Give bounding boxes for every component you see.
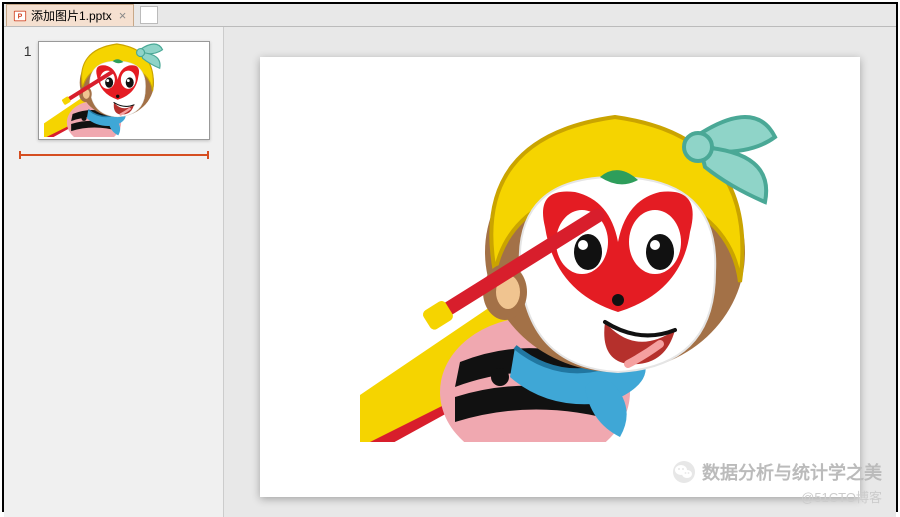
thumbnail-selection-indicator <box>19 154 209 156</box>
content-area: 1 <box>4 27 896 517</box>
slide-editor-area <box>224 27 896 517</box>
app-window: P 添加图片1.pptx × 1 <box>2 2 898 512</box>
slide-canvas[interactable] <box>260 57 860 497</box>
file-tab[interactable]: P 添加图片1.pptx × <box>6 4 134 26</box>
slide-thumbnail[interactable] <box>38 41 210 140</box>
thumbnail-panel: 1 <box>4 27 224 517</box>
close-icon[interactable]: × <box>116 8 130 23</box>
slide-thumbnail-wrapper: 1 <box>18 41 210 140</box>
slide-thumbnail-image <box>44 41 164 137</box>
tab-bar: P 添加图片1.pptx × <box>4 4 896 27</box>
slide-number: 1 <box>18 41 38 59</box>
ppt-icon: P <box>13 9 27 23</box>
new-tab-button[interactable] <box>140 6 158 24</box>
file-tab-label: 添加图片1.pptx <box>31 7 112 24</box>
slide-image <box>360 82 780 442</box>
svg-text:P: P <box>18 13 23 20</box>
